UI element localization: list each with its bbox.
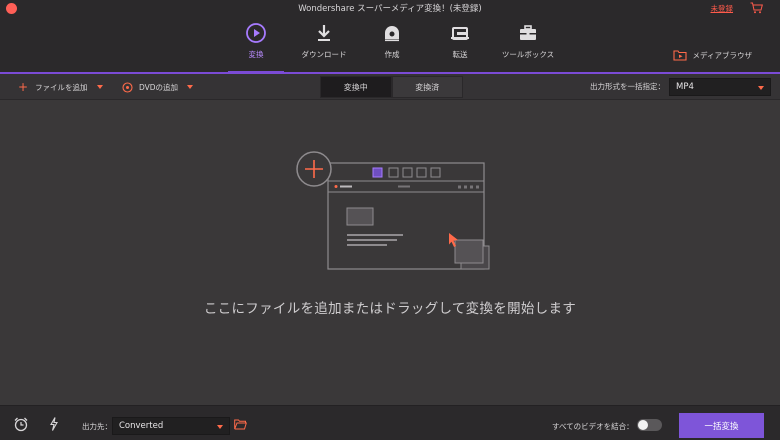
chevron-down-icon	[758, 86, 764, 90]
drop-illustration	[296, 151, 490, 270]
high-speed-icon[interactable]	[46, 416, 62, 432]
media-browser-label: メディアブラウザ	[692, 50, 752, 60]
open-folder-icon[interactable]	[234, 419, 247, 430]
add-dvd-label: DVDの追加	[139, 82, 179, 92]
merge-videos-toggle[interactable]	[637, 419, 662, 431]
media-browser-icon	[672, 50, 687, 61]
cart-icon[interactable]	[750, 2, 763, 14]
nav-burn[interactable]: 作成	[357, 22, 427, 68]
nav-convert-label: 変換	[248, 50, 264, 59]
toolbar: + ファイルを追加 DVDの追加 変換中 変換済 出力形式を一括指定： MP4	[0, 74, 780, 100]
burn-disc-icon	[385, 26, 399, 42]
transfer-icon	[451, 27, 469, 40]
dvd-disc-icon	[122, 81, 133, 93]
output-location-label: 出力先：	[82, 422, 112, 431]
merge-videos-label: すべてのビデオを結合：	[552, 422, 634, 431]
output-location-select[interactable]: Converted	[112, 417, 230, 435]
nav-toolbox-label: ツールボックス	[501, 50, 555, 59]
nav-transfer[interactable]: 転送	[425, 22, 495, 68]
chevron-down-icon	[217, 425, 223, 429]
nav-burn-label: 作成	[384, 50, 400, 59]
output-format-label: 出力形式を一括指定：	[590, 82, 665, 91]
nav-toolbox[interactable]: ツールボックス	[493, 22, 563, 68]
convert-all-button[interactable]: 一括変換	[679, 413, 764, 438]
chevron-down-icon[interactable]	[96, 85, 103, 89]
toggle-knob	[638, 420, 648, 430]
nav-download[interactable]: ダウンロード	[289, 22, 359, 68]
media-browser-button[interactable]: メディアブラウザ	[672, 48, 752, 62]
app-window: Wondershare スーパーメディア変換！(未登録) 未登録 変換 ダウンロ…	[0, 0, 780, 440]
add-files-button[interactable]: + ファイルを追加	[18, 80, 103, 94]
plus-icon: +	[18, 80, 29, 94]
drop-area[interactable]: ここにファイルを追加またはドラッグして変換を開始します	[0, 101, 780, 404]
toolbox-icon	[520, 25, 536, 40]
add-files-label: ファイルを追加	[35, 82, 88, 92]
nav-download-label: ダウンロード	[301, 50, 347, 59]
nav-convert[interactable]: 変換	[221, 22, 291, 68]
chevron-down-icon[interactable]	[187, 85, 194, 89]
output-location-value: Converted	[119, 421, 164, 431]
schedule-clock-icon[interactable]	[13, 416, 29, 432]
output-format-select[interactable]: MP4	[669, 78, 771, 96]
tab-converted[interactable]: 変換済	[391, 76, 463, 98]
conversion-tabs: 変換中 変換済	[320, 76, 463, 98]
main-nav: 変換 ダウンロード 作成 転送 ツールボックス メディアブラウザ	[0, 18, 780, 73]
add-dvd-button[interactable]: DVDの追加	[122, 80, 194, 94]
tab-converting[interactable]: 変換中	[320, 76, 392, 98]
title-bar: Wondershare スーパーメディア変換！(未登録) 未登録	[0, 0, 780, 18]
drop-hint-text: ここにファイルを追加またはドラッグして変換を開始します	[203, 301, 577, 317]
unregistered-link[interactable]: 未登録	[711, 3, 734, 14]
output-format-value: MP4	[676, 82, 694, 92]
convert-icon	[246, 23, 266, 43]
nav-transfer-label: 転送	[452, 50, 468, 59]
download-icon	[318, 25, 330, 41]
window-title: Wondershare スーパーメディア変換！(未登録)	[298, 4, 482, 14]
bottom-bar: 出力先： Converted すべてのビデオを結合： 一括変換	[0, 405, 780, 440]
